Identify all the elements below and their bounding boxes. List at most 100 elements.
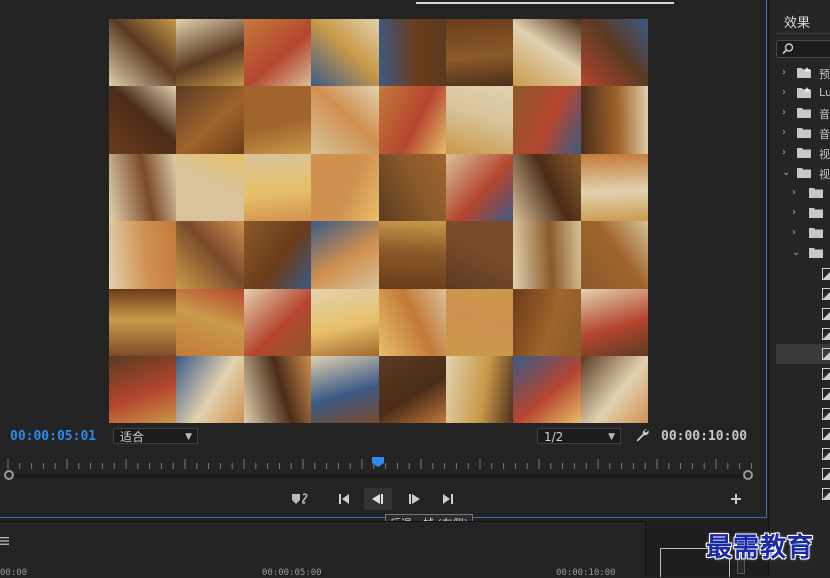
effects-tree-label: 音 [819,126,830,142]
duration-timecode: 00:00:10:00 [661,429,747,444]
effects-tree-item[interactable]: ›预 [776,63,830,83]
chevron-right-icon[interactable]: › [792,187,796,198]
zoom-level-value: 适合 [120,430,144,444]
folder-icon [809,207,823,218]
video-tile [581,86,648,154]
video-tile [176,19,244,87]
video-tile [176,221,244,289]
marker-button[interactable] [286,488,314,510]
video-tile [379,154,447,222]
preset-folder-icon [797,67,811,78]
timeline-panel [0,521,645,578]
effects-tree-label: 视 [819,146,830,162]
effects-subfolder-item[interactable]: › [776,183,830,203]
chevron-right-icon[interactable]: › [782,107,786,118]
video-tile [311,86,379,154]
effects-panel-title[interactable]: 效果 [784,12,810,31]
step-forward-button[interactable] [400,488,428,510]
folder-icon [797,147,811,158]
effects-search-input[interactable] [776,40,830,58]
transition-effect-icon [822,368,830,380]
chevron-down-icon[interactable]: ⌄ [792,247,800,258]
chevron-right-icon[interactable]: › [782,127,786,138]
scrollbar-right-handle[interactable] [743,470,753,480]
chevron-right-icon[interactable]: › [792,207,796,218]
effect-item[interactable] [776,264,830,284]
hamburger-menu-icon[interactable] [0,531,10,541]
effects-subfolder-item[interactable]: ⌄ [776,243,830,263]
video-tile [446,86,514,154]
playback-resolution-select[interactable]: 1/2 ▼ [537,428,621,444]
resolution-value: 1/2 [544,430,563,444]
video-tile [109,19,177,87]
wrench-icon[interactable] [634,427,650,443]
transition-effect-icon [822,328,830,340]
video-tile [176,154,244,222]
video-tile [513,86,581,154]
transition-effect-icon [822,388,830,400]
effect-item[interactable] [776,304,830,324]
video-tile [109,221,177,289]
effect-item[interactable] [776,424,830,444]
effect-item[interactable] [776,364,830,384]
effects-tree-item[interactable]: › Lu [776,83,830,103]
folder-icon [809,227,823,238]
chevron-right-icon[interactable]: › [782,67,786,78]
video-tile [379,289,447,357]
effects-tree-label: 预 [819,66,830,82]
effect-item[interactable] [776,464,830,484]
video-tile [446,154,514,222]
effects-tree-label: 视 [819,166,830,182]
chevron-right-icon[interactable]: › [782,87,786,98]
transition-effect-icon [822,268,830,280]
plus-icon [729,492,743,506]
effects-subfolder-item[interactable]: › [776,203,830,223]
monitor-top-bar [416,2,674,4]
video-preview[interactable] [109,19,648,423]
video-tile [311,289,379,357]
video-tile [513,221,581,289]
program-monitor-panel: 00:00:05:01 适合 ▼ 1/2 ▼ 00:00:10:00 [0,0,767,518]
video-tile [176,86,244,154]
video-tile [513,356,581,423]
go-to-in-button[interactable] [330,488,358,510]
effect-item[interactable] [776,384,830,404]
folder-icon [797,127,811,138]
transition-effect-icon [822,488,830,500]
video-tile [109,154,177,222]
effect-item[interactable] [776,484,830,504]
effect-item[interactable] [776,344,830,364]
effect-item[interactable] [776,404,830,424]
chevron-right-icon[interactable]: › [782,147,786,158]
video-tile [379,86,447,154]
playhead-marker[interactable] [372,457,384,467]
effects-tree-item[interactable]: ⌄视 [776,163,830,183]
chevron-down-icon: ▼ [185,429,192,445]
effects-subfolder-item[interactable]: › [776,223,830,243]
effects-tree-item[interactable]: ›视 [776,143,830,163]
effects-tree-item[interactable]: ›音 [776,103,830,123]
video-tile [244,289,312,357]
step-back-button[interactable] [364,488,392,510]
chevron-right-icon[interactable]: › [792,227,796,238]
video-tile [244,19,312,87]
panel-divider [776,33,830,34]
effects-tree-label: Lu [819,86,830,99]
effect-item[interactable] [776,324,830,344]
transition-effect-icon [822,348,830,360]
effect-item[interactable] [776,284,830,304]
chevron-down-icon: ▼ [608,429,615,445]
transition-effect-icon [822,288,830,300]
current-timecode[interactable]: 00:00:05:01 [10,429,96,444]
add-button[interactable] [722,488,750,510]
zoom-scrollbar[interactable] [8,474,750,478]
effects-tree-item[interactable]: ›音 [776,123,830,143]
go-to-out-icon [440,492,456,506]
video-tile [311,356,379,423]
zoom-level-select[interactable]: 适合 ▼ [113,428,198,444]
go-to-out-button[interactable] [434,488,462,510]
chevron-down-icon[interactable]: ⌄ [782,167,790,178]
scrollbar-left-handle[interactable] [4,470,14,480]
transition-effect-icon [822,448,830,460]
effect-item[interactable] [776,444,830,464]
